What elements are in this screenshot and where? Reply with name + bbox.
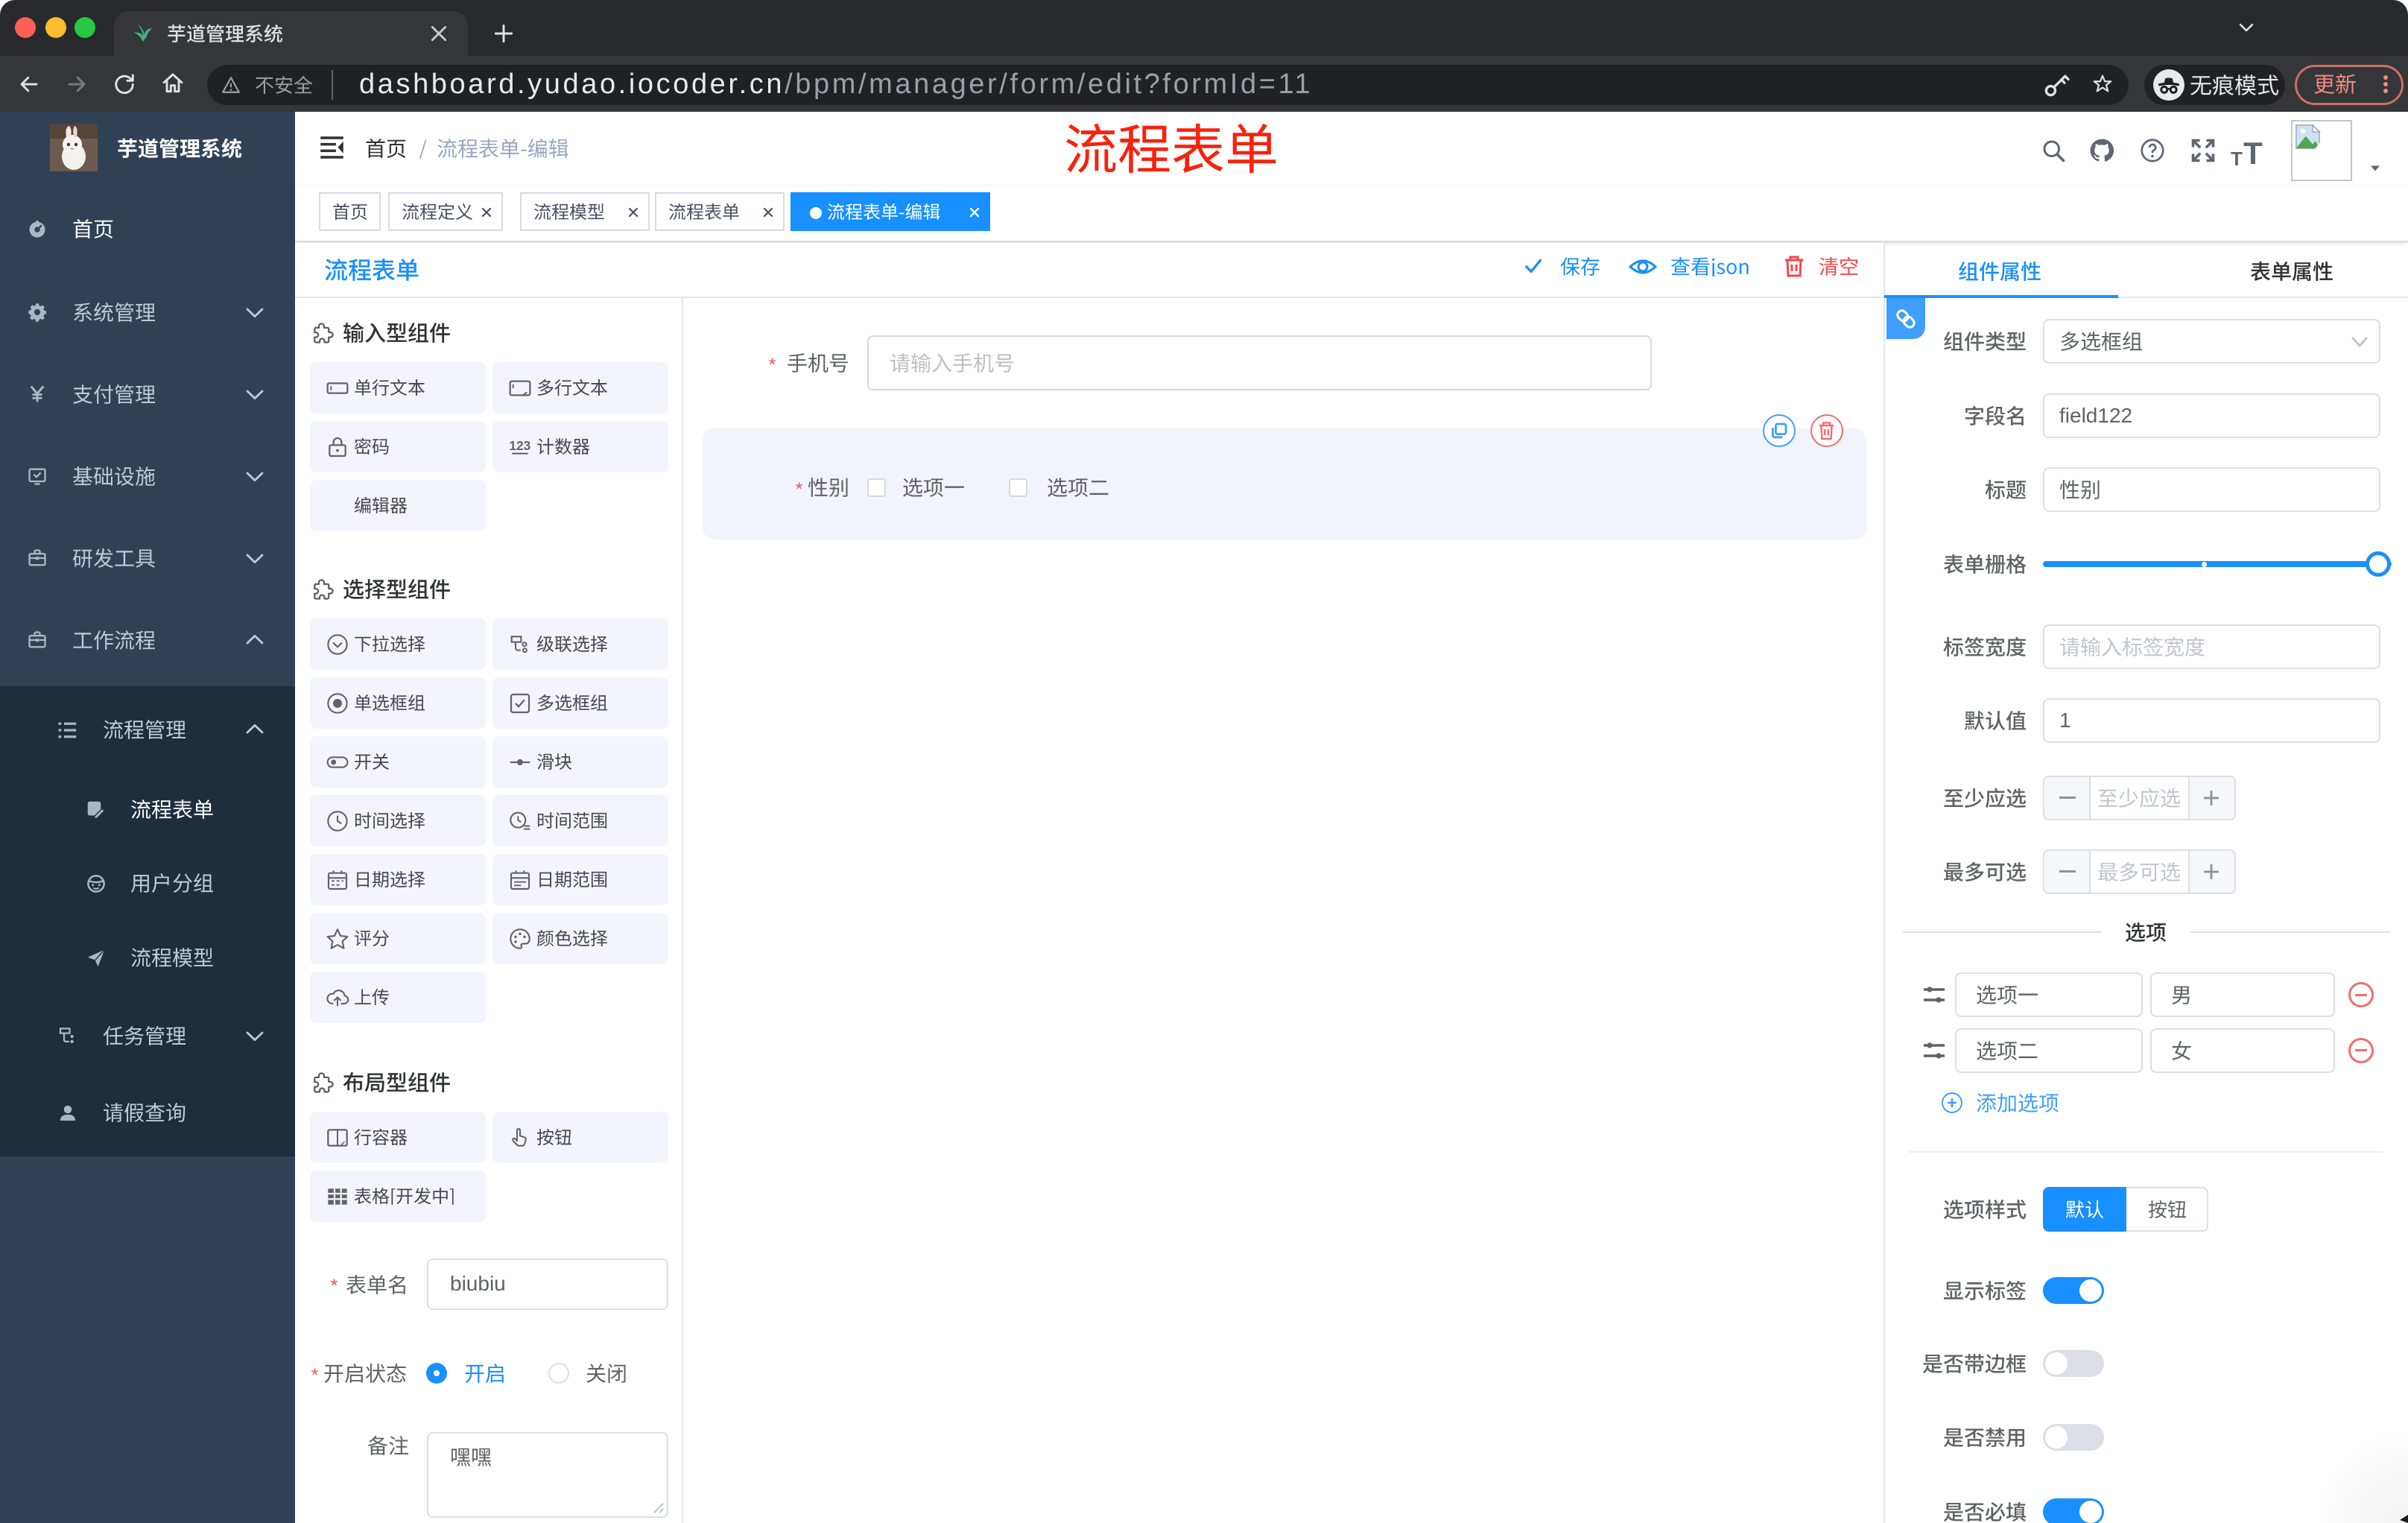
svg-text:123: 123 <box>509 438 530 453</box>
